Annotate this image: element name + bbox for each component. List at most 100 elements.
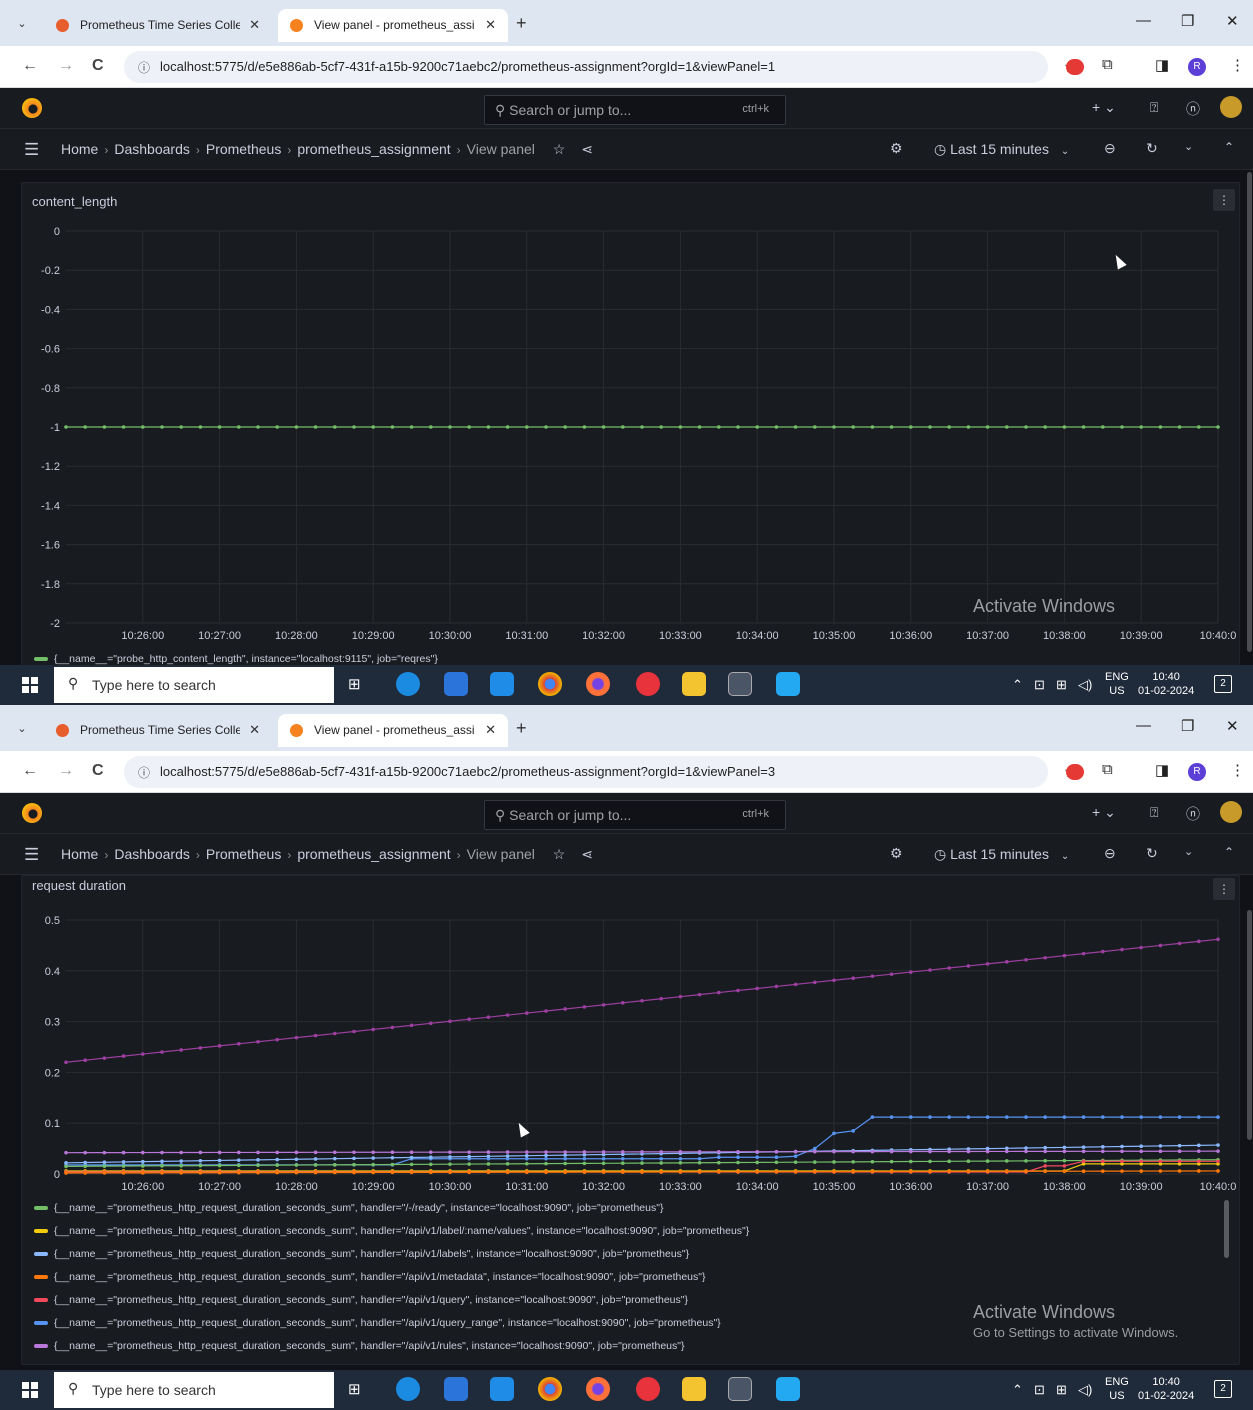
minimize-button[interactable]: —	[1136, 12, 1151, 29]
close-icon[interactable]: ✕	[249, 722, 260, 738]
clock[interactable]: 10:40 01-02-2024	[1138, 1375, 1194, 1403]
task-view-icon[interactable]: ⊞	[348, 1380, 361, 1398]
tray-volume-icon[interactable]: ◁)	[1078, 677, 1092, 693]
legend-item[interactable]: {__name__="prometheus_http_request_durat…	[34, 1219, 749, 1242]
refresh-interval-chevron-icon[interactable]: ⌄	[1184, 845, 1193, 858]
tray-chevron-up-icon[interactable]: ⌃	[1012, 1382, 1023, 1398]
refresh-icon[interactable]: ↻	[1146, 845, 1158, 862]
breadcrumb-dashboards[interactable]: Dashboards	[114, 846, 190, 862]
minimize-button[interactable]: —	[1136, 717, 1151, 734]
refresh-icon[interactable]: ↻	[1146, 140, 1158, 157]
windows-start-icon[interactable]	[22, 677, 38, 693]
address-bar[interactable]: ⓘ localhost:5775/d/e5e886ab-5cf7-431f-a1…	[124, 51, 1078, 83]
wps-icon[interactable]	[636, 1377, 660, 1401]
zoom-out-icon[interactable]: ⊖	[1104, 140, 1116, 157]
chrome-icon[interactable]	[538, 672, 562, 696]
user-avatar[interactable]	[1220, 801, 1242, 823]
edge-icon[interactable]	[396, 1377, 420, 1401]
legend-item[interactable]: {__name__="prometheus_http_request_durat…	[34, 1265, 749, 1288]
extensions-puzzle-icon[interactable]: ⧉	[1102, 56, 1113, 73]
profile-avatar[interactable]: R	[1188, 763, 1206, 781]
windows-start-icon[interactable]	[22, 1382, 38, 1398]
help-icon[interactable]: ⍰	[1150, 99, 1158, 116]
collapse-chevron-icon[interactable]: ⌃	[1224, 140, 1234, 154]
refresh-interval-chevron-icon[interactable]: ⌄	[1184, 140, 1193, 153]
mail-icon[interactable]	[490, 1377, 514, 1401]
forward-button[interactable]: →	[58, 762, 74, 780]
extension-icon[interactable]	[1066, 59, 1084, 75]
browser-tab-prometheus[interactable]: Prometheus Time Series Collect ✕	[44, 714, 272, 747]
side-panel-icon[interactable]: ◨	[1155, 56, 1169, 74]
firefox-icon[interactable]	[586, 672, 610, 696]
close-icon[interactable]: ✕	[485, 722, 496, 738]
chrome-icon[interactable]	[538, 1377, 562, 1401]
terminal-icon[interactable]	[728, 1377, 752, 1401]
window-close-button[interactable]: ✕	[1226, 717, 1239, 735]
tab-search-icon[interactable]: ⌄	[12, 719, 32, 739]
breadcrumb-dashboard[interactable]: prometheus_assignment	[297, 846, 450, 862]
legend-item[interactable]: {__name__="prometheus_http_request_durat…	[34, 1242, 749, 1265]
mail-icon[interactable]	[490, 672, 514, 696]
extension-icon[interactable]	[1066, 764, 1084, 780]
legend-scrollbar[interactable]	[1224, 1200, 1229, 1258]
share-icon[interactable]: ⋖	[581, 141, 593, 157]
add-new-icon[interactable]: + ⌄	[1092, 99, 1116, 116]
browser-tab-view-panel[interactable]: View panel - prometheus_assig ✕	[278, 9, 508, 42]
restore-button[interactable]: ❐	[1181, 12, 1194, 30]
file-explorer-icon[interactable]	[682, 1377, 706, 1401]
legend-item[interactable]: {__name__="prometheus_http_request_durat…	[34, 1334, 749, 1357]
reload-button[interactable]: C	[92, 762, 104, 780]
tray-chevron-up-icon[interactable]: ⌃	[1012, 677, 1023, 693]
page-scrollbar[interactable]	[1247, 172, 1252, 652]
new-tab-button[interactable]: +	[516, 13, 527, 34]
vscode-icon[interactable]	[776, 1377, 800, 1401]
taskbar-search-input[interactable]: ⚲ Type here to search	[54, 667, 334, 703]
tray-network-icon[interactable]: ⊡	[1034, 677, 1045, 693]
breadcrumb-dashboard[interactable]: prometheus_assignment	[297, 141, 450, 157]
edge-icon[interactable]	[396, 672, 420, 696]
tray-wifi-icon[interactable]: ⊞	[1056, 1382, 1067, 1398]
star-icon[interactable]: ☆	[553, 141, 566, 157]
news-feed-icon[interactable]: ⓝ	[1186, 99, 1200, 119]
user-avatar[interactable]	[1220, 96, 1242, 118]
time-range-picker[interactable]: ◷ Last 15 minutes ⌄	[934, 141, 1069, 158]
language-indicator[interactable]: ENG US	[1105, 1375, 1129, 1403]
site-info-icon[interactable]: ⓘ	[138, 764, 150, 781]
back-button[interactable]: ←	[22, 57, 38, 75]
share-icon[interactable]: ⋖	[581, 846, 593, 862]
browser-menu-icon[interactable]: ⋮	[1230, 761, 1245, 779]
file-explorer-icon[interactable]	[682, 672, 706, 696]
settings-gear-icon[interactable]: ⚙	[890, 140, 903, 157]
tray-wifi-icon[interactable]: ⊞	[1056, 677, 1067, 693]
add-new-icon[interactable]: + ⌄	[1092, 804, 1116, 821]
wps-icon[interactable]	[636, 672, 660, 696]
vscode-icon[interactable]	[776, 672, 800, 696]
menu-icon[interactable]: ☰	[24, 845, 39, 865]
settings-gear-icon[interactable]: ⚙	[890, 845, 903, 862]
profile-avatar[interactable]: R	[1188, 58, 1206, 76]
grafana-logo-icon[interactable]	[22, 803, 42, 823]
star-icon[interactable]: ☆	[553, 846, 566, 862]
browser-tab-prometheus[interactable]: Prometheus Time Series Collect ✕	[44, 9, 272, 42]
time-range-picker[interactable]: ◷ Last 15 minutes ⌄	[934, 846, 1069, 863]
tray-volume-icon[interactable]: ◁)	[1078, 1382, 1092, 1398]
page-scrollbar[interactable]	[1247, 910, 1252, 1140]
taskbar-search-input[interactable]: ⚲ Type here to search	[54, 1372, 334, 1408]
legend-item[interactable]: {__name__="prometheus_http_request_durat…	[34, 1311, 749, 1334]
breadcrumb-dashboards[interactable]: Dashboards	[114, 141, 190, 157]
back-button[interactable]: ←	[22, 762, 38, 780]
grafana-logo-icon[interactable]	[22, 98, 42, 118]
browser-menu-icon[interactable]: ⋮	[1230, 56, 1245, 74]
site-info-icon[interactable]: ⓘ	[138, 59, 150, 76]
side-panel-icon[interactable]: ◨	[1155, 761, 1169, 779]
task-view-icon[interactable]: ⊞	[348, 675, 361, 693]
clock[interactable]: 10:40 01-02-2024	[1138, 670, 1194, 698]
extensions-puzzle-icon[interactable]: ⧉	[1102, 761, 1113, 778]
breadcrumb-home[interactable]: Home	[61, 846, 98, 862]
search-input[interactable]: ⚲ Search or jump to... ctrl+k	[484, 95, 786, 125]
store-icon[interactable]	[444, 1377, 468, 1401]
collapse-chevron-icon[interactable]: ⌃	[1224, 845, 1234, 859]
zoom-out-icon[interactable]: ⊖	[1104, 845, 1116, 862]
browser-tab-view-panel[interactable]: View panel - prometheus_assig ✕	[278, 714, 508, 747]
legend-item[interactable]: {__name__="prometheus_http_request_durat…	[34, 1196, 749, 1219]
